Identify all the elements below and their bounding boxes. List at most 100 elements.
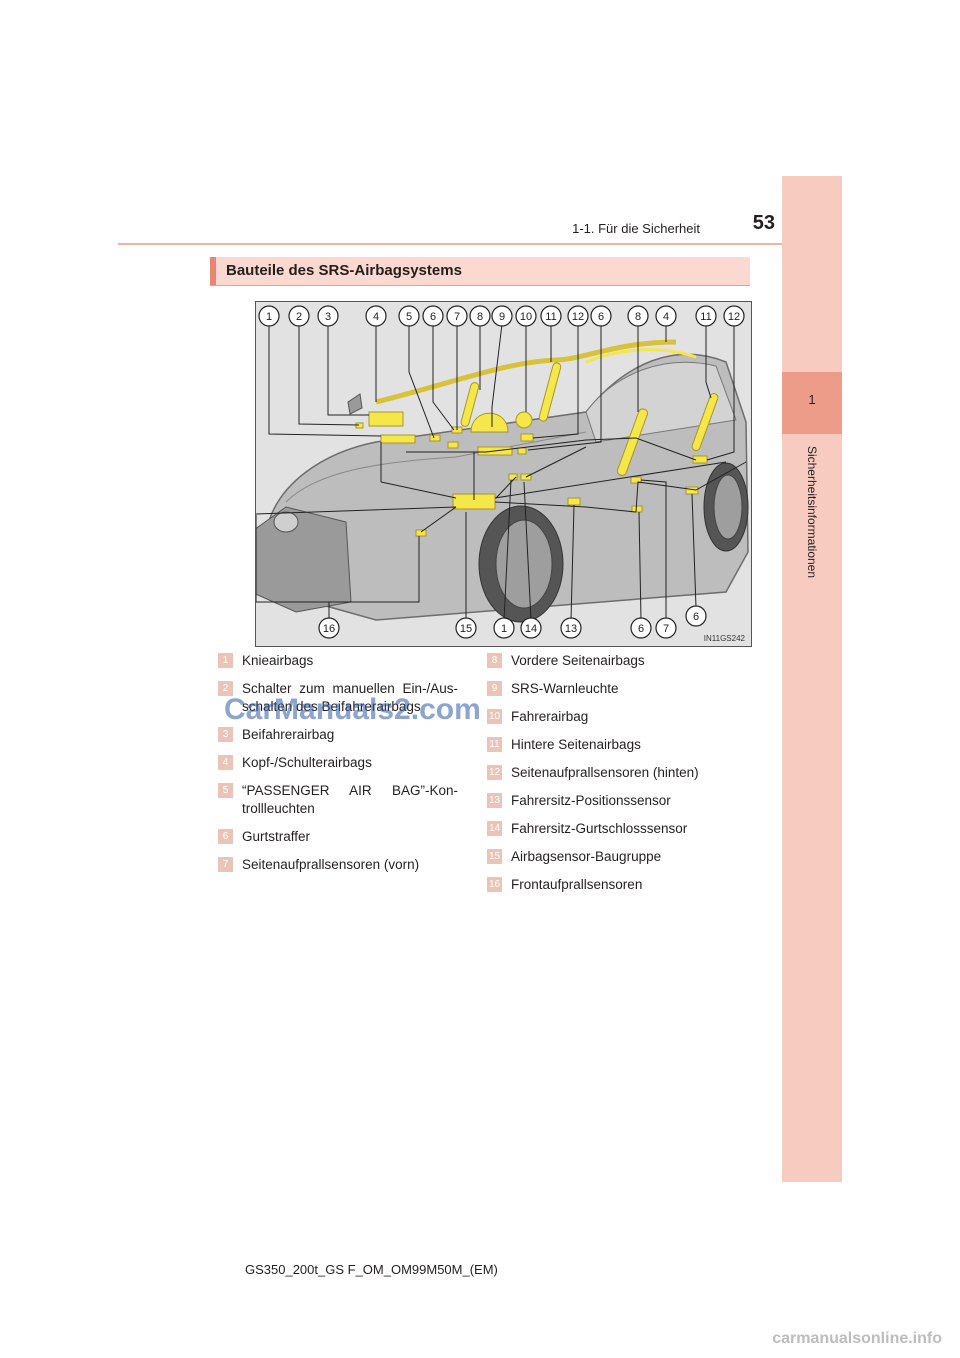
callout-marker: 1: [493, 617, 515, 639]
legend-item: 5 “PASSENGER AIR BAG”-Kon-trollleuchten: [218, 782, 458, 818]
callout-marker: 5: [398, 305, 420, 327]
side-chapter-number: 1: [808, 392, 816, 407]
legend-number: 6: [218, 829, 233, 844]
footer-code: GS350_200t_GS F_OM_OM99M50M_(EM): [245, 1262, 498, 1277]
legend-item: 3 Beifahrerairbag: [218, 726, 458, 744]
car-illustration: 1 2 3 4 5 6 7 8 9 10 11 12 6 8 4 11 12 16 15 1 14 13 6 76: [256, 305, 749, 639]
callout-marker: 3: [317, 305, 339, 327]
callout-label: 4: [663, 311, 669, 323]
legend-item: 6 Gurtstraffer: [218, 828, 458, 846]
legend-text: Fahrerairbag: [511, 709, 589, 724]
legend-text: Vordere Seitenairbags: [511, 653, 645, 668]
callout-marker: 10: [515, 305, 537, 327]
legend-number: 5: [218, 783, 233, 798]
legend-right: 8 Vordere Seitenairbags 9 SRS-Warnleuchte 10…: [487, 652, 747, 904]
callout-label: 14: [525, 623, 537, 635]
watermark: CarManuals2.com: [224, 693, 481, 726]
legend-item: 16 Frontaufprallsensoren: [487, 876, 747, 894]
legend-number: 15: [487, 849, 502, 864]
callout-marker: 11: [540, 305, 562, 327]
legend-text: Knieairbags: [242, 653, 314, 668]
callout-marker: 9: [491, 305, 513, 327]
legend-text: Fahrersitz-Gurtschlosssensor: [511, 821, 688, 836]
callout-marker: 6: [422, 305, 444, 327]
side-tab-band: [782, 176, 842, 1182]
legend-number: 14: [487, 821, 502, 836]
legend-text: Frontaufprallsensoren: [511, 877, 643, 892]
callout-marker: 1: [258, 305, 280, 327]
callout-marker: 8: [469, 305, 491, 327]
callout-marker: 15: [455, 617, 477, 639]
legend-number: 1: [218, 653, 233, 668]
legend-number: 13: [487, 793, 502, 808]
legend-number: 8: [487, 653, 502, 668]
callout-label: 9: [499, 311, 505, 323]
callout-label: 4: [373, 311, 379, 323]
callout-marker: 16: [318, 617, 340, 639]
footer-site: carmanualsonline.info: [772, 1330, 942, 1347]
callout-label: 13: [565, 623, 577, 635]
legend-text: Seitenaufprallsensoren (hinten): [511, 765, 699, 780]
callout-marker: 12: [567, 305, 589, 327]
callout-label: 16: [323, 623, 335, 635]
section-accent: [210, 257, 216, 285]
legend-text: “PASSENGER AIR BAG”-Kon-trollleuchten: [242, 783, 458, 816]
callout-label: 8: [635, 311, 641, 323]
callout-label: 2: [296, 311, 302, 323]
legend-text: Seitenaufprallsensoren (vorn): [242, 857, 420, 872]
callout-label: 6: [430, 311, 436, 323]
header-rule: [118, 243, 782, 245]
callout-marker: 6: [590, 305, 612, 327]
legend-item: 1 Knieairbags: [218, 652, 458, 670]
callout-marker: 7: [446, 305, 468, 327]
callout-marker: 7: [655, 617, 677, 639]
figure-code: IN11GS242: [703, 634, 745, 643]
section-heading: Bauteile des SRS-Airbagsystems: [210, 257, 750, 286]
callout-label: 5: [406, 311, 412, 323]
callout-label: 6: [693, 611, 699, 623]
legend-text: Gurtstraffer: [242, 829, 311, 844]
callout-marker: 4: [365, 305, 387, 327]
legend-text: Beifahrerairbag: [242, 727, 335, 742]
legend-item: 14 Fahrersitz-Gurtschlosssensor: [487, 820, 747, 838]
callout-marker: 6: [685, 605, 707, 627]
callout-label: 7: [663, 623, 669, 635]
callout-marker: 2: [288, 305, 310, 327]
legend-item: 8 Vordere Seitenairbags: [487, 652, 747, 670]
legend-item: 11 Hintere Seitenairbags: [487, 736, 747, 754]
callout-label: 11: [700, 311, 711, 323]
legend-number: 3: [218, 727, 233, 742]
legend-text: Airbagsensor-Baugruppe: [511, 849, 662, 864]
side-tab-label: Sicherheitsinformationen: [805, 445, 819, 579]
callout-label: 1: [266, 311, 272, 323]
legend-number: 4: [218, 755, 233, 770]
legend-item: 4 Kopf-/Schulterairbags: [218, 754, 458, 772]
legend-number: 11: [487, 737, 502, 752]
callout-marker: 4: [655, 305, 677, 327]
callout-label: 11: [545, 311, 556, 323]
callout-label: 10: [520, 311, 532, 323]
callout-label: 15: [460, 623, 472, 635]
section-title: Bauteile des SRS-Airbagsystems: [226, 262, 462, 279]
callout-marker: 6: [630, 617, 652, 639]
legend-item: 9 SRS-Warnleuchte: [487, 680, 747, 698]
legend-number: 10: [487, 709, 502, 724]
legend-left: 1 Knieairbags 2 Schalter zum manuellen Ein-…: [218, 652, 458, 884]
callout-label: 12: [728, 311, 740, 323]
callout-marker: 12: [723, 305, 745, 327]
legend-text: Kopf-/Schulterairbags: [242, 755, 372, 770]
callout-label: 8: [477, 311, 483, 323]
callout-label: 1: [501, 623, 507, 635]
legend-number: 16: [487, 877, 502, 892]
callout-marker: 11: [695, 305, 717, 327]
legend-item: 7 Seitenaufprallsensoren (vorn): [218, 856, 458, 874]
legend-item: 15 Airbagsensor-Baugruppe: [487, 848, 747, 866]
legend-text: SRS-Warnleuchte: [511, 681, 619, 696]
callout-label: 7: [454, 311, 460, 323]
legend-item: 13 Fahrersitz-Positionssensor: [487, 792, 747, 810]
legend-number: 7: [218, 857, 233, 872]
legend-number: 9: [487, 681, 502, 696]
legend-item: 12 Seitenaufprallsensoren (hinten): [487, 764, 747, 782]
callout-label: 6: [598, 311, 604, 323]
callout-label: 3: [325, 311, 331, 323]
